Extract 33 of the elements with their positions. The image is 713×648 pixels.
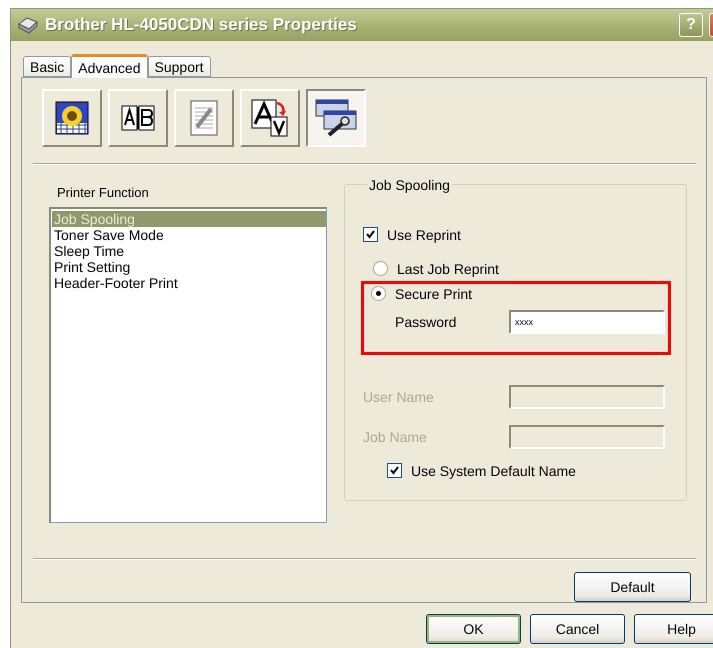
list-caption: Printer Function [56, 184, 150, 202]
checkbox[interactable] [387, 463, 402, 478]
list-item[interactable]: Sleep Time [52, 242, 326, 259]
page-layout-icon [121, 105, 155, 131]
password-field[interactable]: xxxx [509, 310, 665, 334]
radio-button[interactable] [373, 261, 388, 276]
dialog-button[interactable]: Cancel [530, 614, 625, 644]
field-label: Job Name [363, 428, 427, 445]
printer-icon [17, 16, 39, 34]
default-button[interactable]: Default [574, 572, 691, 602]
dialog-button[interactable]: Help [634, 614, 713, 644]
tab[interactable]: Advanced [71, 54, 148, 78]
dialog-button[interactable]: OK [426, 614, 521, 644]
group-title: Job Spooling [368, 176, 451, 193]
list-item[interactable]: Header-Footer Print [52, 274, 326, 291]
toolbar-button[interactable] [306, 89, 366, 147]
tab[interactable]: Basic [23, 56, 72, 77]
list-item[interactable]: Toner Save Mode [52, 226, 326, 243]
windows-wrench-icon [315, 99, 357, 137]
radio-label: Secure Print [395, 286, 472, 302]
checkbox-label: Use System Default Name [411, 462, 576, 479]
document-icon [190, 100, 218, 136]
checkbox[interactable] [363, 227, 378, 242]
font-substitution-icon [251, 99, 289, 137]
radio-label: Last Job Reprint [397, 260, 499, 277]
field-label: User Name [363, 388, 434, 405]
list-item[interactable]: Print Setting [52, 258, 326, 275]
checkbox-label: Use Reprint [387, 226, 461, 243]
tab[interactable]: Support [148, 56, 211, 77]
sunflower-icon [55, 101, 89, 135]
window-title: Brother HL-4050CDN series Properties [45, 15, 358, 35]
field-label: Password [395, 314, 456, 330]
radio-button[interactable] [371, 286, 386, 302]
